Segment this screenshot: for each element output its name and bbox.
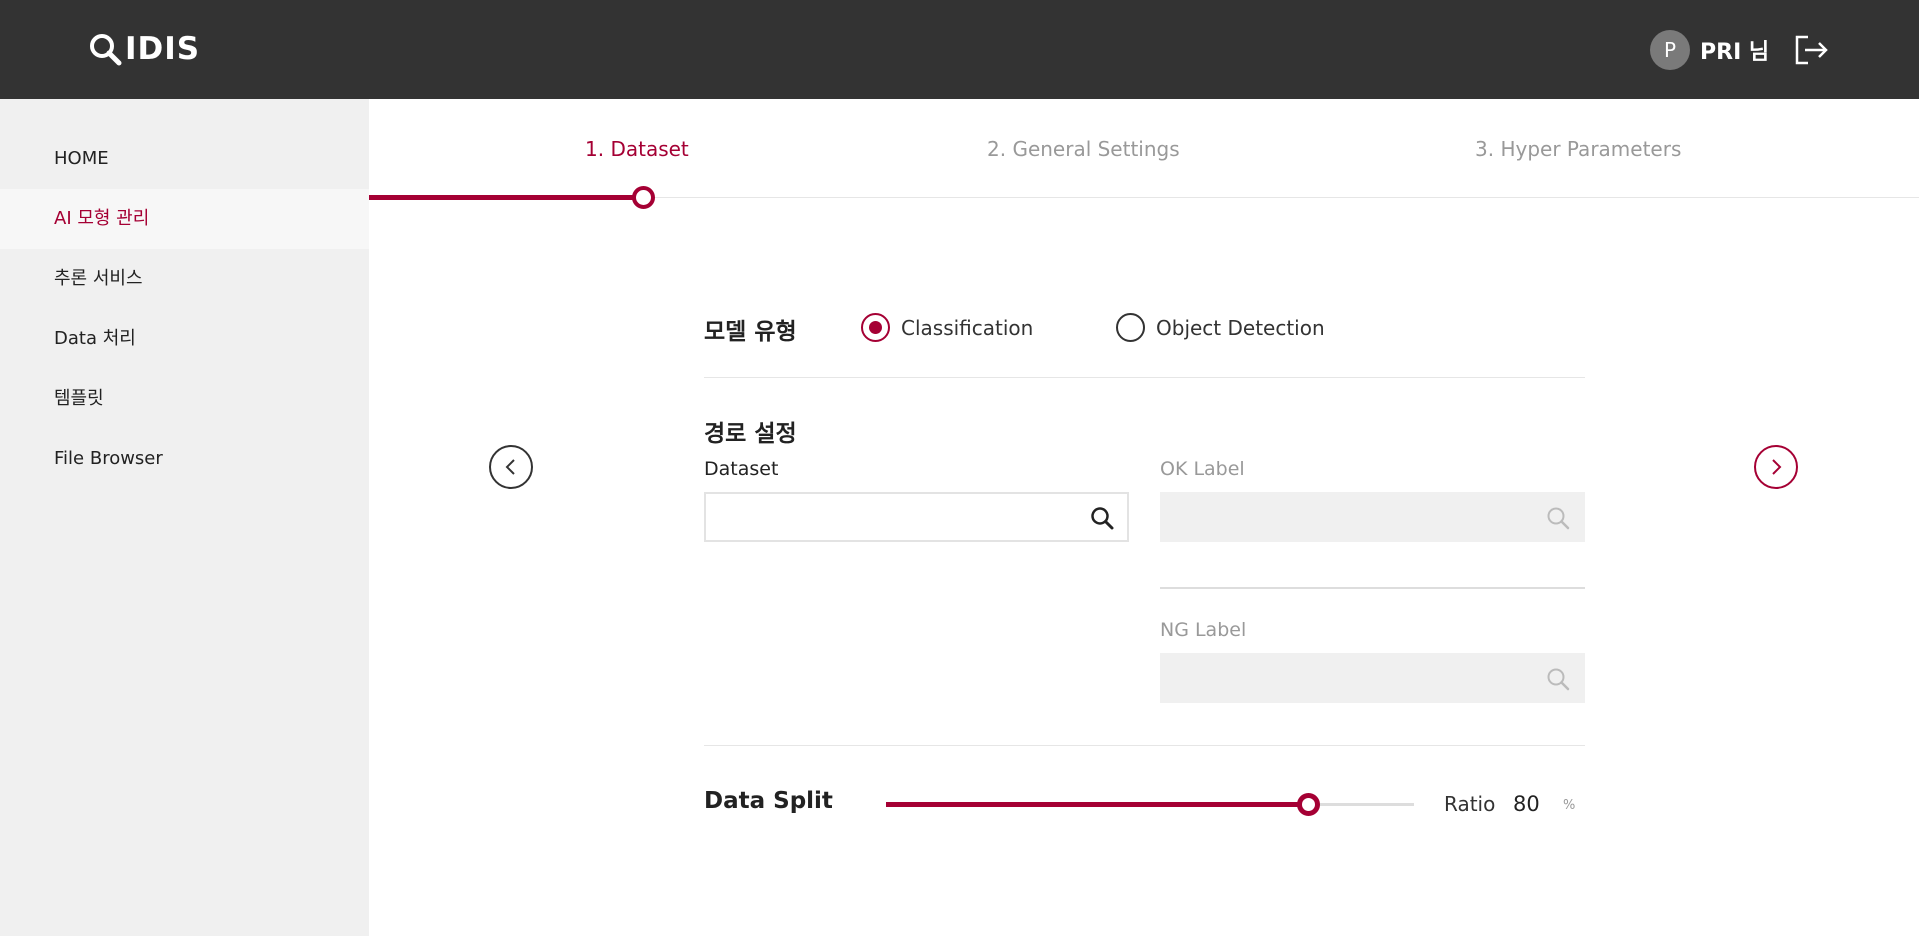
step-general-settings[interactable]: 2. General Settings — [987, 137, 1180, 161]
radio-circle[interactable] — [861, 313, 890, 342]
sidebar-item-file-browser[interactable]: File Browser — [0, 429, 369, 489]
sidebar-item-home[interactable]: HOME — [0, 129, 369, 189]
search-icon — [1547, 507, 1570, 530]
ratio-value: 80 — [1513, 792, 1540, 816]
sidebar-item-ai-model[interactable]: AI 모형 관리 — [0, 189, 369, 249]
avatar: P — [1650, 30, 1690, 70]
radio-label: Classification — [901, 315, 1034, 340]
user-name: PRI 님 — [1700, 40, 1770, 65]
logo-text: IDIS — [125, 31, 201, 67]
divider — [704, 377, 1585, 378]
step-hyper-parameters[interactable]: 3. Hyper Parameters — [1475, 137, 1681, 161]
ng-label-input — [1162, 655, 1532, 701]
logo[interactable]: IDIS — [88, 30, 200, 68]
radio-object-detection[interactable]: Object Detection — [1116, 313, 1325, 342]
step-progress-bar — [369, 195, 644, 200]
top-bar: IDIS P PRI 님 — [0, 0, 1919, 99]
prev-step-button[interactable] — [489, 445, 533, 489]
sidebar-item-inference[interactable]: 추론 서비스 — [0, 249, 369, 309]
logout-icon[interactable] — [1794, 34, 1830, 66]
slider-fill — [886, 802, 1308, 807]
ok-label-field — [1160, 492, 1585, 542]
step-progress-knob — [632, 186, 655, 209]
chevron-right-icon — [1772, 459, 1782, 475]
next-step-button[interactable] — [1754, 445, 1798, 489]
ratio-unit: % — [1563, 798, 1576, 813]
model-type-title: 모델 유형 — [704, 319, 797, 345]
data-split-title: Data Split — [704, 788, 833, 814]
ok-label-label: OK Label — [1160, 458, 1245, 480]
ng-label-label: NG Label — [1160, 619, 1247, 641]
ok-label-input — [1162, 494, 1532, 540]
dataset-label: Dataset — [704, 458, 779, 480]
ng-label-field — [1160, 653, 1585, 703]
stepper: 1. Dataset 2. General Settings 3. Hyper … — [369, 99, 1919, 209]
magnifier-logo-icon — [90, 34, 122, 66]
chevron-left-icon — [505, 459, 515, 475]
data-split-slider[interactable] — [886, 802, 1414, 807]
sidebar: HOME AI 모형 관리 추론 서비스 Data 처리 템플릿 File Br… — [0, 99, 369, 936]
radio-circle[interactable] — [1116, 313, 1145, 342]
sidebar-item-template[interactable]: 템플릿 — [0, 369, 369, 429]
divider — [1160, 587, 1585, 589]
dataset-input[interactable] — [706, 494, 1076, 540]
divider — [704, 745, 1585, 746]
radio-label: Object Detection — [1156, 315, 1325, 340]
user-menu[interactable]: P PRI 님 — [1650, 30, 1769, 70]
dataset-field[interactable] — [704, 492, 1129, 542]
step-dataset[interactable]: 1. Dataset — [585, 137, 689, 161]
ratio-label: Ratio — [1444, 792, 1496, 816]
path-settings-title: 경로 설정 — [704, 421, 797, 447]
radio-classification[interactable]: Classification — [861, 313, 1033, 342]
search-icon — [1547, 668, 1570, 691]
slider-handle[interactable] — [1297, 793, 1320, 816]
sidebar-item-data[interactable]: Data 처리 — [0, 309, 369, 369]
search-icon[interactable] — [1089, 505, 1115, 531]
